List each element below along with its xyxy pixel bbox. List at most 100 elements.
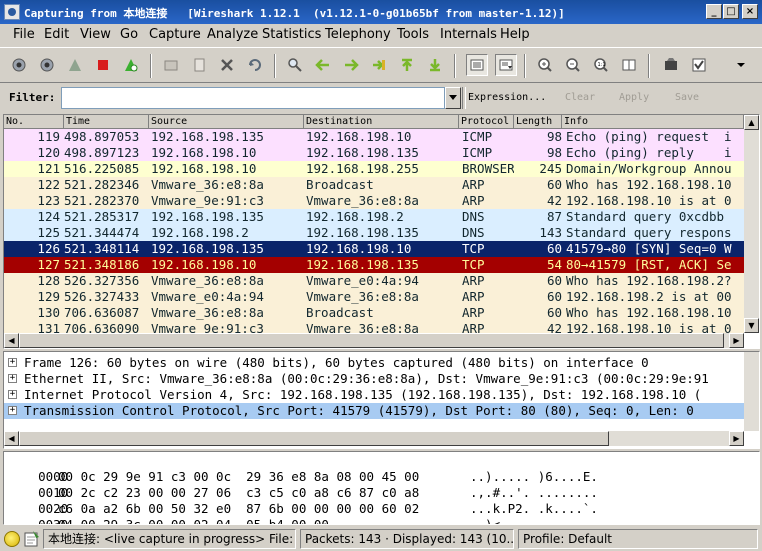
close-file-icon[interactable]: [216, 54, 238, 76]
column-destination[interactable]: Destination: [304, 115, 459, 129]
packet-row[interactable]: 122 521.282346 Vmware_36:e8:8a Broadcast ARP…: [4, 177, 744, 193]
save-icon[interactable]: [188, 54, 210, 76]
packet-row[interactable]: 127 521.348186 192.168.198.10 192.168.198.1…: [4, 257, 744, 273]
back-icon[interactable]: [312, 54, 334, 76]
expert-info-icon[interactable]: [4, 531, 20, 547]
interfaces-icon[interactable]: [8, 54, 30, 76]
find-icon[interactable]: [284, 54, 306, 76]
resize-columns-icon[interactable]: [618, 54, 640, 76]
menu-go[interactable]: Go: [120, 27, 138, 42]
close-button[interactable]: ×: [742, 4, 758, 19]
packet-row[interactable]: 123 521.282370 Vmware_9e:91:c3 Vmware_36:e8…: [4, 193, 744, 209]
packet-row[interactable]: 121 516.225085 192.168.198.10 192.168.198.2…: [4, 161, 744, 177]
scroll-down-button[interactable]: ▼: [744, 318, 759, 333]
minimize-button[interactable]: _: [706, 4, 722, 19]
go-to-icon[interactable]: [368, 54, 390, 76]
hscroll-thumb[interactable]: [19, 333, 724, 348]
packet-row[interactable]: 128 526.327356 Vmware_36:e8:8a Vmware_e0:4a…: [4, 273, 744, 289]
menu-telephony[interactable]: Telephony: [325, 27, 391, 42]
detail-row-frame[interactable]: + Frame 126: 60 bytes on wire (480 bits)…: [4, 355, 744, 371]
last-icon[interactable]: [424, 54, 446, 76]
details-hscroll[interactable]: ◀ ▶: [4, 431, 744, 446]
clear-button[interactable]: Clear: [565, 92, 595, 103]
colorize-icon[interactable]: [466, 54, 488, 76]
byte-ascii: ..)..... )6....E.: [470, 469, 598, 484]
column-info[interactable]: Info: [562, 115, 744, 129]
packet-dst-cell: Vmware_36:e8:8a: [306, 289, 419, 304]
packet-row[interactable]: 129 526.327433 Vmware_e0:4a:94 Vmware_36:e8…: [4, 289, 744, 305]
packet-src-cell: 192.168.198.135: [151, 241, 264, 256]
detail-row-tcp[interactable]: + Transmission Control Protocol, Src Por…: [4, 403, 744, 419]
packet-info-cell: Standard query respons: [566, 225, 732, 240]
packet-info-cell: Domain/Workgroup Annou: [566, 161, 732, 176]
first-icon[interactable]: [396, 54, 418, 76]
forward-icon[interactable]: [340, 54, 362, 76]
menu-analyze[interactable]: Analyze: [207, 27, 258, 42]
maximize-button[interactable]: □: [723, 4, 739, 19]
packet-row[interactable]: 119 498.897053 192.168.198.135 192.168.198.…: [4, 129, 744, 145]
filter-input[interactable]: [61, 87, 445, 109]
scroll-right-button[interactable]: ▶: [729, 431, 744, 446]
restart-icon[interactable]: [120, 54, 142, 76]
menu-internals[interactable]: Internals: [440, 27, 497, 42]
stop-icon[interactable]: [92, 54, 114, 76]
zoom-in-icon[interactable]: [534, 54, 556, 76]
scroll-left-button[interactable]: ◀: [4, 431, 19, 446]
packet-row[interactable]: 126 521.348114 192.168.198.135 192.168.198.…: [4, 241, 744, 257]
expand-icon[interactable]: +: [8, 406, 17, 415]
more-icon[interactable]: [730, 54, 752, 76]
menu-statistics[interactable]: Statistics: [262, 27, 321, 42]
packet-row[interactable]: 130 706.636087 Vmware_36:e8:8a Broadcast ARP…: [4, 305, 744, 321]
capture-comment-icon[interactable]: [24, 530, 40, 547]
menu-view[interactable]: View: [80, 27, 111, 42]
apply-button[interactable]: Apply: [619, 92, 649, 103]
profile-status[interactable]: Profile: Default: [518, 529, 758, 549]
packet-row[interactable]: 125 521.344474 192.168.198.2 192.168.198.13…: [4, 225, 744, 241]
main-toolbar: 1:1: [0, 47, 762, 82]
packets-status: Packets: 143 · Displayed: 143 (10...: [300, 529, 514, 549]
menu-file[interactable]: File: [13, 27, 35, 42]
display-filters-icon[interactable]: [688, 54, 710, 76]
packet-list-vscroll[interactable]: ▲ ▼: [744, 115, 759, 333]
capture-filters-icon[interactable]: [660, 54, 682, 76]
byte-ascii: ..)<.... ....: [470, 517, 568, 525]
expand-icon[interactable]: +: [8, 390, 17, 399]
scroll-left-button[interactable]: ◀: [4, 333, 19, 348]
packet-src-cell: 192.168.198.2: [151, 225, 249, 240]
scroll-right-button[interactable]: ▶: [729, 333, 744, 348]
filter-dropdown-button[interactable]: [445, 87, 461, 109]
hscroll-thumb[interactable]: [19, 431, 609, 446]
details-vscroll[interactable]: [744, 352, 759, 431]
start-icon[interactable]: [64, 54, 86, 76]
autoscroll-icon[interactable]: [495, 54, 517, 76]
expand-icon[interactable]: +: [8, 358, 17, 367]
column-protocol[interactable]: Protocol: [459, 115, 514, 129]
column-length[interactable]: Length: [514, 115, 562, 129]
open-icon[interactable]: [160, 54, 182, 76]
save-filter-button[interactable]: Save: [675, 92, 699, 103]
options-icon[interactable]: [36, 54, 58, 76]
packet-bytes[interactable]: 0000 00 0c 29 9e 91 c3 00 0c 29 36 e8 8a …: [3, 451, 760, 525]
detail-row-ip[interactable]: + Internet Protocol Version 4, Src: 192.…: [4, 387, 744, 403]
packet-details[interactable]: + Frame 126: 60 bytes on wire (480 bits)…: [3, 351, 760, 449]
menu-help[interactable]: Help: [500, 27, 530, 42]
packet-dst-cell: Broadcast: [306, 177, 374, 192]
packet-row[interactable]: 124 521.285317 192.168.198.135 192.168.198.…: [4, 209, 744, 225]
menu-edit[interactable]: Edit: [44, 27, 69, 42]
column-no[interactable]: No.: [4, 115, 64, 129]
detail-row-ethernet[interactable]: + Ethernet II, Src: Vmware_36:e8:8a (00:…: [4, 371, 744, 387]
packet-list-hscroll[interactable]: ◀ ▶: [4, 333, 744, 348]
packet-row[interactable]: 131 706.636090 Vmware_9e:91:c3 Vmware_36:e8…: [4, 321, 744, 333]
menu-capture[interactable]: Capture: [149, 27, 201, 42]
reload-icon[interactable]: [244, 54, 266, 76]
scroll-up-button[interactable]: ▲: [744, 115, 759, 130]
normal-size-icon[interactable]: 1:1: [590, 54, 612, 76]
zoom-out-icon[interactable]: [562, 54, 584, 76]
column-source[interactable]: Source: [149, 115, 304, 129]
column-time[interactable]: Time: [64, 115, 149, 129]
expand-icon[interactable]: +: [8, 374, 17, 383]
packet-row[interactable]: 120 498.897123 192.168.198.10 192.168.198.1…: [4, 145, 744, 161]
packet-list[interactable]: No. Time Source Destination Protocol Len…: [3, 114, 760, 349]
menu-tools[interactable]: Tools: [397, 27, 429, 42]
expression-button[interactable]: Expression...: [468, 92, 546, 103]
